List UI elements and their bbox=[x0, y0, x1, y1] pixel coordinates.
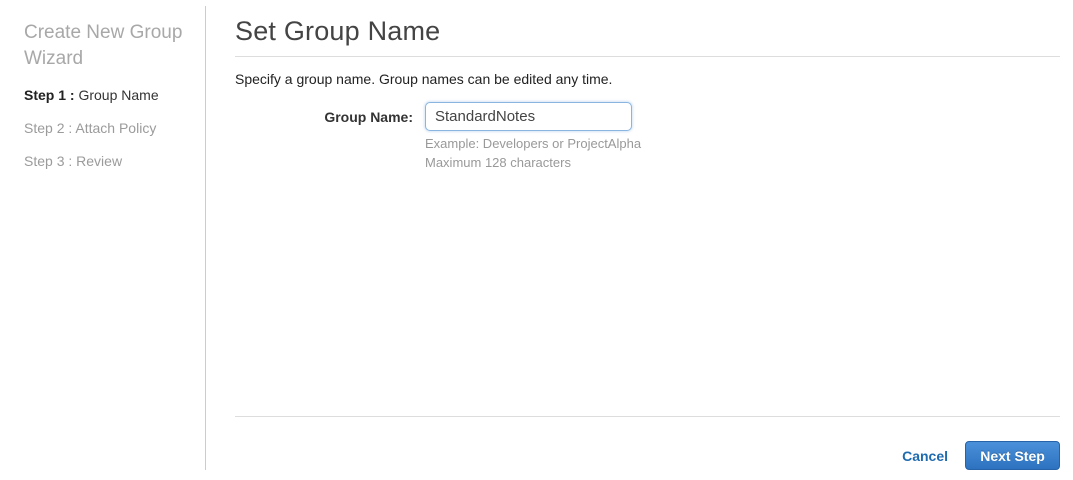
wizard-steps-sidebar: Create New Group Wizard Step 1 : Group N… bbox=[0, 6, 206, 470]
page-title: Set Group Name bbox=[235, 16, 441, 46]
group-name-max-hint: Maximum 128 characters bbox=[425, 155, 571, 170]
group-name-example-hint: Example: Developers or ProjectAlpha bbox=[425, 136, 642, 151]
step-label: Review bbox=[76, 153, 123, 169]
set-group-name-panel: Set Group Name Specify a group name. Gro… bbox=[206, 0, 1073, 480]
cancel-button[interactable]: Cancel bbox=[902, 448, 948, 464]
group-name-field: Example: Developers or ProjectAlpha Maxi… bbox=[425, 102, 641, 172]
create-group-wizard-window: Create New Group Wizard Step 1 : Group N… bbox=[0, 0, 1073, 480]
footer-divider bbox=[235, 416, 1060, 417]
wizard-title: Create New Group Wizard bbox=[24, 22, 183, 69]
wizard-footer-actions: Cancel Next Step bbox=[235, 441, 1060, 480]
sidebar-step-review: Step 3 : Review bbox=[24, 154, 195, 169]
group-name-label: Group Name: bbox=[324, 109, 413, 125]
sidebar-step-group-name: Step 1 : Group Name bbox=[24, 88, 195, 103]
group-name-input[interactable] bbox=[425, 102, 632, 131]
step-label: Attach Policy bbox=[75, 120, 157, 136]
step-label: Group Name bbox=[78, 87, 159, 103]
next-step-button[interactable]: Next Step bbox=[965, 441, 1060, 470]
page-description: Specify a group name. Group names can be… bbox=[235, 71, 613, 87]
step-number: Step 1 : bbox=[24, 87, 75, 103]
step-number: Step 2 : bbox=[24, 120, 73, 136]
step-number: Step 3 : bbox=[24, 153, 73, 169]
group-name-form-row: Group Name: Example: Developers or Proje… bbox=[235, 102, 1060, 172]
wizard-step-list: Step 1 : Group Name Step 2 : Attach Poli… bbox=[24, 88, 195, 169]
title-divider bbox=[235, 56, 1060, 57]
sidebar-step-attach-policy: Step 2 : Attach Policy bbox=[24, 121, 195, 136]
